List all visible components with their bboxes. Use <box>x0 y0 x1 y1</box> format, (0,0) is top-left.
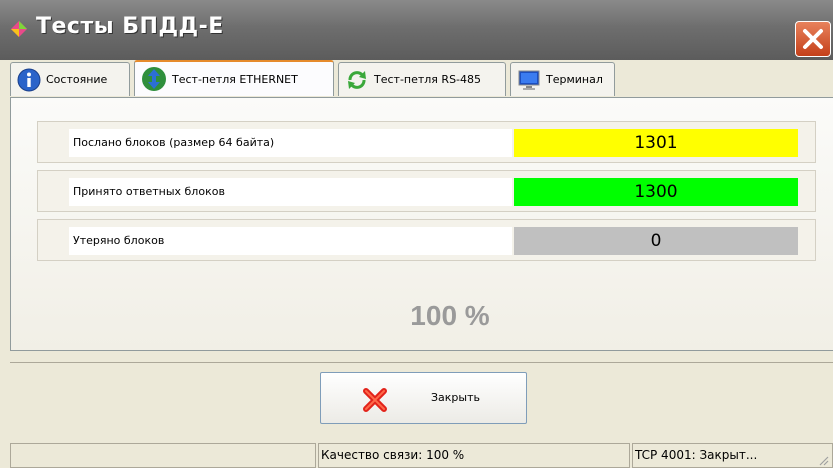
red-x-icon <box>363 388 387 412</box>
stat-value: 0 <box>514 227 798 255</box>
info-icon <box>17 68 41 91</box>
tab-rs485-loop[interactable]: Тест-петля RS-485 <box>338 62 506 96</box>
close-icon <box>803 29 823 49</box>
monitor-icon <box>518 70 540 90</box>
window-close-button[interactable] <box>795 21 831 57</box>
app-window: Тесты БПДД-Е Состояние Тест-петля ETHERN… <box>0 0 833 468</box>
divider <box>10 362 833 363</box>
stat-label: Послано блоков (размер 64 байта) <box>69 129 512 157</box>
tab-label: Тест-петля ETHERNET <box>172 72 298 86</box>
stat-row-sent: Послано блоков (размер 64 байта) 1301 <box>37 121 816 163</box>
close-button-label: Закрыть <box>431 391 480 404</box>
stat-label: Принято ответных блоков <box>69 178 512 206</box>
stat-value: 1301 <box>514 129 798 157</box>
resize-grip-icon[interactable] <box>817 454 829 466</box>
status-bar: Качество связи: 100 % TCP 4001: Закрыт..… <box>10 441 833 468</box>
app-logo-icon <box>11 21 27 37</box>
status-cell-empty <box>10 443 316 468</box>
tab-terminal[interactable]: Терминал <box>510 62 615 96</box>
loop-arrows-icon <box>348 70 366 89</box>
tab-label: Состояние <box>46 73 108 86</box>
window-title: Тесты БПДД-Е <box>36 14 224 39</box>
stat-row-lost: Утеряно блоков 0 <box>37 219 816 261</box>
close-button[interactable]: Закрыть <box>320 372 527 424</box>
status-tcp: TCP 4001: Закрыт... <box>632 443 833 468</box>
title-bar[interactable]: Тесты БПДД-Е <box>0 0 833 60</box>
tab-label: Терминал <box>546 73 603 86</box>
quality-percent: 100 % <box>410 300 490 331</box>
stat-row-received: Принято ответных блоков 1300 <box>37 170 816 212</box>
tab-state[interactable]: Состояние <box>10 62 130 96</box>
status-quality: Качество связи: 100 % <box>318 443 630 468</box>
stat-value: 1300 <box>514 178 798 206</box>
network-icon <box>142 67 166 91</box>
stat-label: Утеряно блоков <box>69 227 512 255</box>
tab-label: Тест-петля RS-485 <box>374 73 482 86</box>
tab-ethernet-loop[interactable]: Тест-петля ETHERNET <box>134 60 334 96</box>
